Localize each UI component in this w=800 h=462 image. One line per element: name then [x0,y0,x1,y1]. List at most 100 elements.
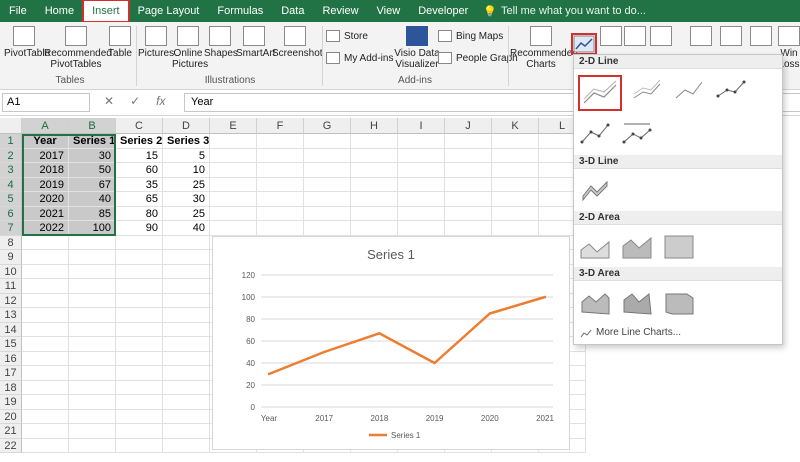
cell[interactable] [492,177,539,192]
table-cell[interactable]: 25 [163,177,210,192]
cell[interactable] [22,366,69,381]
cell[interactable] [210,177,257,192]
column-header-d[interactable]: D [163,118,210,134]
cell[interactable] [304,163,351,178]
column-header-g[interactable]: G [304,118,351,134]
cell[interactable] [210,134,257,149]
cell[interactable] [163,337,210,352]
table-cell[interactable]: 2019 [22,177,69,192]
table-cell[interactable]: 2017 [22,148,69,163]
3d-100-stacked-area-option[interactable] [662,287,696,317]
cell[interactable] [116,293,163,308]
cell[interactable] [22,337,69,352]
online-pictures-button[interactable]: Online Pictures [172,26,208,70]
tab-developer[interactable]: Developer [409,0,477,22]
row-header-18[interactable]: 18 [0,380,22,395]
cell[interactable] [445,221,492,236]
row-header-14[interactable]: 14 [0,322,22,337]
cell[interactable] [351,134,398,149]
100-stacked-line-option[interactable] [672,75,706,105]
row-header-15[interactable]: 15 [0,337,22,352]
cell[interactable] [22,395,69,410]
cell[interactable] [116,308,163,323]
cell[interactable] [351,206,398,221]
table-cell[interactable]: 60 [116,163,163,178]
cell[interactable] [304,221,351,236]
cell[interactable] [69,264,116,279]
tab-view[interactable]: View [368,0,410,22]
cell[interactable] [22,250,69,265]
cell[interactable] [69,351,116,366]
row-header-9[interactable]: 9 [0,250,22,265]
100-stacked-area-option[interactable] [662,231,696,261]
cell[interactable] [163,351,210,366]
name-box[interactable]: A1 [2,93,90,112]
cell[interactable] [116,322,163,337]
cell[interactable] [351,163,398,178]
cell[interactable] [445,163,492,178]
cell[interactable] [22,308,69,323]
area-option[interactable] [578,231,612,261]
people-graph-button[interactable]: People Graph [438,52,518,64]
row-header-13[interactable]: 13 [0,308,22,323]
cell[interactable] [445,192,492,207]
tab-review[interactable]: Review [313,0,367,22]
cell[interactable] [445,206,492,221]
table-cell[interactable]: 90 [116,221,163,236]
cell[interactable] [69,250,116,265]
row-header-17[interactable]: 17 [0,366,22,381]
table-cell[interactable]: 67 [69,177,116,192]
table-cell[interactable]: 10 [163,163,210,178]
row-header-19[interactable]: 19 [0,395,22,410]
store-button[interactable]: Store [326,30,368,42]
smartart-button[interactable]: SmartArt [236,26,275,59]
tab-insert[interactable]: Insert [82,0,130,23]
cell[interactable] [22,409,69,424]
cell[interactable] [69,279,116,294]
3d-line-option[interactable] [578,175,612,205]
cell[interactable] [445,134,492,149]
cell[interactable] [69,337,116,352]
row-header-11[interactable]: 11 [0,279,22,294]
stacked-line-option[interactable] [630,75,664,105]
cell[interactable] [116,366,163,381]
cell[interactable] [445,148,492,163]
column-header-e[interactable]: E [210,118,257,134]
cell[interactable] [398,148,445,163]
line-chart-option[interactable] [578,75,622,111]
row-header-1[interactable]: 1 [0,134,22,149]
cell[interactable] [398,221,445,236]
table-cell[interactable]: 2018 [22,163,69,178]
table-cell[interactable]: 15 [116,148,163,163]
cell[interactable] [304,192,351,207]
stacked-area-option[interactable] [620,231,654,261]
cell[interactable] [22,322,69,337]
cell[interactable] [163,366,210,381]
cell[interactable] [445,177,492,192]
column-header-h[interactable]: H [351,118,398,134]
column-header-b[interactable]: B [69,118,116,134]
row-header-6[interactable]: 6 [0,206,22,221]
3d-stacked-area-option[interactable] [620,287,654,317]
recommended-charts-button[interactable]: Recommended Charts [510,26,578,70]
column-header-a[interactable]: A [22,118,69,134]
column-header-k[interactable]: K [492,118,539,134]
cell[interactable] [22,438,69,453]
table-cell[interactable]: 50 [69,163,116,178]
cell[interactable] [398,163,445,178]
row-header-2[interactable]: 2 [0,148,22,163]
sparkline-line-button[interactable] [720,26,742,48]
cell[interactable] [351,148,398,163]
table-cell[interactable]: 100 [69,221,116,236]
pie-chart-button[interactable] [624,26,646,48]
cell[interactable] [257,134,304,149]
shapes-button[interactable]: Shapes [204,26,238,59]
cell[interactable] [116,279,163,294]
table-cell[interactable]: 30 [69,148,116,163]
cell[interactable] [163,322,210,337]
row-header-16[interactable]: 16 [0,351,22,366]
cell[interactable] [210,206,257,221]
select-all-corner[interactable] [0,118,22,134]
cell[interactable] [304,206,351,221]
table-cell[interactable]: 2022 [22,221,69,236]
